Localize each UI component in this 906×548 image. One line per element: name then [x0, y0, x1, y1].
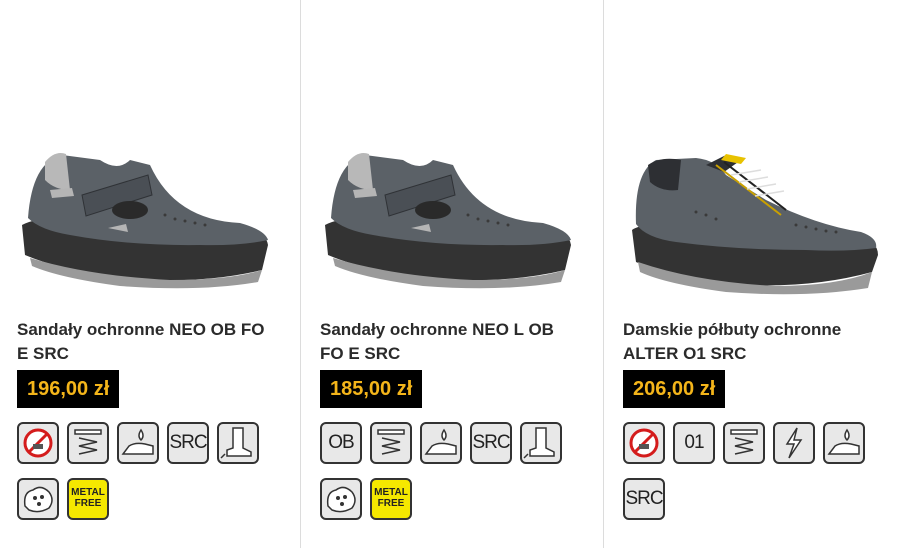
shoe-illustration: [632, 154, 878, 295]
product-price: 206,00 zł: [623, 370, 726, 408]
metal-free-line2: FREE: [377, 498, 405, 509]
sandal-illustration: [325, 153, 571, 289]
product-image[interactable]: [606, 120, 896, 310]
product-card: Sandały ochronne NEO OB FO E SRC 196,00 …: [0, 0, 290, 548]
product-title[interactable]: Damskie półbuty ochronne ALTER O1 SRC: [623, 318, 883, 366]
o1-badge: 01: [673, 422, 715, 464]
sandal-illustration: [22, 153, 268, 289]
no-metal-icon: [17, 422, 59, 464]
energy-absorption-icon: [67, 422, 109, 464]
fuel-oil-resistant-icon: [420, 422, 462, 464]
no-metal-icon: [623, 422, 665, 464]
energy-absorption-icon: [723, 422, 765, 464]
antistatic-icon: [773, 422, 815, 464]
product-title[interactable]: Sandały ochronne NEO OB FO E SRC: [17, 318, 277, 366]
column-divider: [300, 0, 301, 548]
product-card: Damskie półbuty ochronne ALTER O1 SRC 20…: [606, 0, 896, 548]
product-price: 185,00 zł: [320, 370, 423, 408]
energy-absorption-icon: [370, 422, 412, 464]
product-price: 196,00 zł: [17, 370, 120, 408]
metal-free-badge: METAL FREE: [67, 478, 109, 520]
perforated-upper-icon: [320, 478, 362, 520]
metal-free-line1: METAL: [374, 487, 408, 498]
antistatic-boot-icon: [520, 422, 562, 464]
product-card: Sandały ochronne NEO L OB FO E SRC 185,0…: [303, 0, 593, 548]
product-grid: Sandały ochronne NEO OB FO E SRC 196,00 …: [0, 0, 906, 548]
src-badge: SRC: [167, 422, 209, 464]
column-divider: [603, 0, 604, 548]
fuel-oil-resistant-icon: [823, 422, 865, 464]
product-image[interactable]: [0, 120, 290, 310]
metal-free-line2: FREE: [74, 498, 102, 509]
src-badge: SRC: [470, 422, 512, 464]
src-badge: SRC: [623, 478, 665, 520]
ob-badge: OB: [320, 422, 362, 464]
metal-free-line1: METAL: [71, 487, 105, 498]
antistatic-boot-icon: [217, 422, 259, 464]
metal-free-badge: METAL FREE: [370, 478, 412, 520]
fuel-oil-resistant-icon: [117, 422, 159, 464]
product-title[interactable]: Sandały ochronne NEO L OB FO E SRC: [320, 318, 580, 366]
product-image[interactable]: [303, 120, 593, 310]
perforated-upper-icon: [17, 478, 59, 520]
